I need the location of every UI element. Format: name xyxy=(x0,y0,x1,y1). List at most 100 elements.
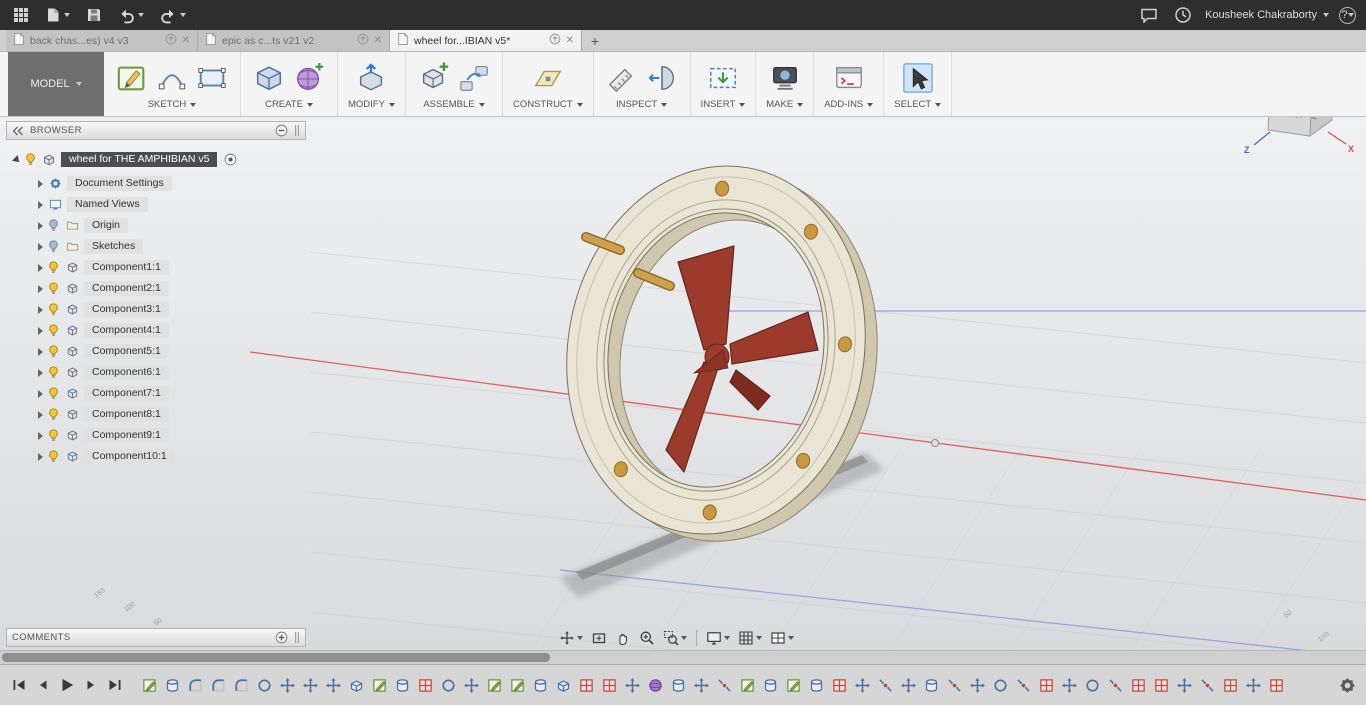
visibility-bulb-icon[interactable] xyxy=(48,324,60,338)
timeline-options-button[interactable] xyxy=(1336,675,1358,695)
timeline-feature-fillet-icon[interactable] xyxy=(188,678,203,693)
timeline-feature-component-icon[interactable] xyxy=(1223,678,1238,693)
circle-plus-icon[interactable] xyxy=(275,631,288,644)
timeline-feature-component-icon[interactable] xyxy=(1039,678,1054,693)
select-tool-icon[interactable] xyxy=(900,60,936,96)
step-forward-button[interactable] xyxy=(80,675,102,695)
timeline-feature-cylinder-icon[interactable] xyxy=(395,678,410,693)
timeline-feature-fillet-icon[interactable] xyxy=(211,678,226,693)
browser-tree-item[interactable]: Sketches xyxy=(6,236,306,257)
timeline-feature-move-icon[interactable] xyxy=(694,678,709,693)
visibility-bulb-icon[interactable] xyxy=(48,387,60,401)
timeline-feature-fillet-icon[interactable] xyxy=(234,678,249,693)
browser-tree-item[interactable]: Origin xyxy=(6,215,306,236)
timeline-feature-sketch-icon[interactable] xyxy=(510,678,525,693)
fit-button[interactable] xyxy=(588,628,610,649)
document-tab[interactable]: epic as c...ts v21 v2 ✕ xyxy=(198,30,390,51)
skip-to-end-button[interactable] xyxy=(104,675,126,695)
create-box-icon[interactable] xyxy=(251,60,287,96)
visibility-bulb-icon[interactable] xyxy=(48,345,60,359)
toolbar-group-dropdown[interactable]: MAKE xyxy=(766,99,803,110)
visibility-bulb-icon[interactable] xyxy=(48,366,60,380)
timeline-feature-component-icon[interactable] xyxy=(832,678,847,693)
insert-mesh-icon[interactable] xyxy=(705,60,741,96)
joint-tool-icon[interactable] xyxy=(456,60,492,96)
expand-arrow-icon[interactable] xyxy=(38,348,43,356)
grid-snaps-button[interactable] xyxy=(735,628,765,649)
expand-arrow-icon[interactable] xyxy=(38,306,43,314)
expand-arrow-icon[interactable] xyxy=(38,243,43,251)
toolbar-group-dropdown[interactable]: ASSEMBLE xyxy=(423,99,484,110)
visibility-bulb-icon[interactable] xyxy=(48,303,60,317)
toolbar-group-dropdown[interactable]: CREATE xyxy=(265,99,313,110)
browser-root-item[interactable]: wheel for THE AMPHIBIAN v5 xyxy=(6,149,306,170)
measure-icon[interactable] xyxy=(604,60,640,96)
timeline-feature-move-icon[interactable] xyxy=(280,678,295,693)
redo-button[interactable] xyxy=(157,4,189,26)
workspace-switcher[interactable]: MODEL xyxy=(8,52,104,116)
toolbar-group-dropdown[interactable]: CONSTRUCT xyxy=(513,99,583,110)
browser-tree-item[interactable]: Component6:1 xyxy=(6,362,306,383)
timeline-feature-box-icon[interactable] xyxy=(349,678,364,693)
timeline-feature-joint-icon[interactable] xyxy=(1016,678,1031,693)
visibility-bulb-icon[interactable] xyxy=(48,408,60,422)
timeline-feature-cylinder-icon[interactable] xyxy=(533,678,548,693)
timeline-feature-joint-icon[interactable] xyxy=(1200,678,1215,693)
document-tab[interactable]: back chas...es) v4 v3 ✕ xyxy=(6,30,198,51)
expand-arrow-icon[interactable] xyxy=(38,390,43,398)
zoom-window-button[interactable] xyxy=(660,628,690,649)
timeline-feature-cylinder-icon[interactable] xyxy=(165,678,180,693)
visibility-bulb-icon[interactable] xyxy=(25,153,37,167)
timeline-feature-move-icon[interactable] xyxy=(1062,678,1077,693)
expand-arrow-icon[interactable] xyxy=(38,222,43,230)
browser-tree-item[interactable]: Component4:1 xyxy=(6,320,306,341)
scrollbar-thumb[interactable] xyxy=(2,653,550,662)
browser-tree-item[interactable]: Component5:1 xyxy=(6,341,306,362)
arc-tool-icon[interactable] xyxy=(154,60,190,96)
make-print-icon[interactable] xyxy=(767,60,803,96)
job-status-clock-button[interactable] xyxy=(1171,4,1195,26)
pan-button[interactable] xyxy=(612,628,634,649)
timeline-feature-move-icon[interactable] xyxy=(303,678,318,693)
browser-tree-item[interactable]: Component1:1 xyxy=(6,257,306,278)
timeline-feature-component-icon[interactable] xyxy=(579,678,594,693)
file-menu-button[interactable] xyxy=(42,4,73,26)
browser-header[interactable]: BROWSER xyxy=(6,121,306,140)
rect-tool-icon[interactable] xyxy=(194,60,230,96)
browser-tree-item[interactable]: Component7:1 xyxy=(6,383,306,404)
visibility-bulb-icon[interactable] xyxy=(48,450,60,464)
help-button[interactable]: ? xyxy=(1339,7,1356,24)
panel-grip-icon[interactable] xyxy=(294,631,300,644)
timeline-feature-move-icon[interactable] xyxy=(1246,678,1261,693)
toolbar-group-dropdown[interactable]: SKETCH xyxy=(148,99,197,110)
timeline-feature-move-icon[interactable] xyxy=(625,678,640,693)
section-analysis-icon[interactable] xyxy=(644,60,680,96)
timeline-feature-component-icon[interactable] xyxy=(1269,678,1284,693)
timeline-feature-joint-icon[interactable] xyxy=(717,678,732,693)
play-button[interactable] xyxy=(56,675,78,695)
visibility-bulb-icon[interactable] xyxy=(48,429,60,443)
create-form-icon[interactable] xyxy=(291,60,327,96)
expand-arrow-icon[interactable] xyxy=(38,264,43,272)
timeline-feature-cylinder-icon[interactable] xyxy=(763,678,778,693)
press-pull-icon[interactable] xyxy=(353,60,389,96)
timeline-feature-circle-icon[interactable] xyxy=(993,678,1008,693)
expand-arrow-icon[interactable] xyxy=(38,201,43,209)
toolbar-group-dropdown[interactable]: INSERT xyxy=(701,99,746,110)
expand-arrow-icon[interactable] xyxy=(38,180,43,188)
timeline-feature-joint-icon[interactable] xyxy=(1108,678,1123,693)
timeline-feature-move-icon[interactable] xyxy=(326,678,341,693)
visibility-bulb-icon[interactable] xyxy=(48,261,60,275)
toolbar-group-dropdown[interactable]: MODIFY xyxy=(348,99,395,110)
timeline-feature-sketch-icon[interactable] xyxy=(740,678,755,693)
orbit-button[interactable] xyxy=(556,628,586,649)
step-back-button[interactable] xyxy=(32,675,54,695)
browser-tree-item[interactable]: Component8:1 xyxy=(6,404,306,425)
expand-arrow-icon[interactable] xyxy=(38,411,43,419)
toolbar-group-dropdown[interactable]: INSPECT xyxy=(616,99,667,110)
expand-arrow-icon[interactable] xyxy=(38,327,43,335)
browser-tree-item[interactable]: Component9:1 xyxy=(6,425,306,446)
horizontal-scrollbar[interactable] xyxy=(0,650,1366,664)
timeline-feature-circle-icon[interactable] xyxy=(1085,678,1100,693)
timeline-feature-sphere-icon[interactable] xyxy=(648,678,663,693)
